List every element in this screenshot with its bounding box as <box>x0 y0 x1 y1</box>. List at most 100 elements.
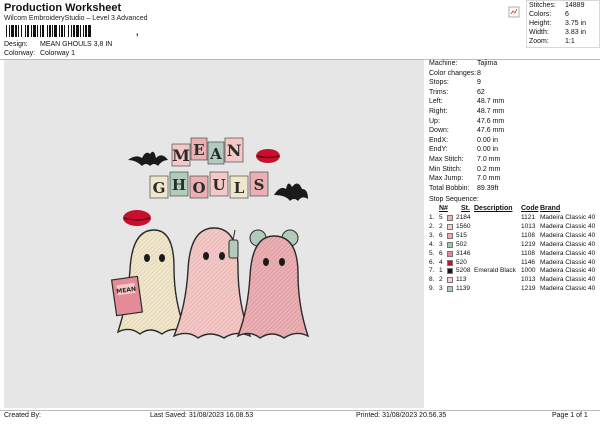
stop-index: 9. <box>429 285 435 293</box>
page-number: Page 1 of 1 <box>552 412 588 419</box>
stop-index: 8. <box>429 276 435 284</box>
thread-brand: Madeira Classic 40 <box>540 267 596 275</box>
colorway-label: Colorway: <box>4 50 36 57</box>
letter: N <box>227 141 242 160</box>
info-row: Color changes:8 <box>429 70 481 77</box>
info-value: 62 <box>477 88 485 96</box>
stop-index: 3. <box>429 231 435 239</box>
info-row: Machine: Tajima <box>429 60 497 67</box>
stitches-label: Stitches: <box>529 2 556 9</box>
col-brand: Brand <box>540 205 561 212</box>
info-value: 8 <box>477 69 481 77</box>
stop-index: 7. <box>429 267 435 275</box>
letter: M <box>172 146 190 165</box>
ghost-cream: MEAN <box>110 229 188 335</box>
info-value: 7.0 mm <box>477 175 501 183</box>
zoom-label: Zoom: <box>529 38 549 45</box>
width-value: 3.83 in <box>565 29 587 36</box>
thread-code: 1013 <box>521 222 536 230</box>
info-row: Max Stitch: 7.0 mm <box>429 156 500 163</box>
stop-needle: 6 <box>439 249 443 257</box>
lips-icon <box>256 149 280 163</box>
thread-code: 1000 <box>521 267 536 275</box>
barcode-suffix: , <box>136 27 139 37</box>
letter: E <box>193 141 204 159</box>
info-row: Trims: 62 <box>429 89 485 96</box>
color-swatch <box>447 259 453 266</box>
colorway-row: Colorway: Colorway 1 <box>4 50 75 57</box>
info-label: Up: <box>429 117 440 125</box>
thread-brand: Madeira Classic 40 <box>540 231 596 239</box>
thread-number: 1139 <box>456 285 470 293</box>
color-swatch <box>447 286 453 293</box>
colors-label: Colors: <box>529 11 552 18</box>
info-value: 9 <box>477 79 481 87</box>
thread-brand: Madeira Classic 40 <box>540 285 596 293</box>
col-code: Code <box>521 205 539 212</box>
info-row: Right: 48.7 mm <box>429 108 504 115</box>
color-swatch <box>447 250 453 257</box>
ghost-pink <box>172 227 252 339</box>
design-name: MEAN GHOULS 3,8 IN <box>40 41 113 48</box>
thread-number: 2184 <box>456 214 471 221</box>
stop-sequence-title: Stop Sequence: <box>429 196 479 203</box>
col-number: N# <box>439 205 448 212</box>
info-value: Tajima <box>477 60 498 67</box>
stop-needle: 4 <box>439 258 443 266</box>
height-value: 3.75 in <box>565 20 587 27</box>
design-label: Design: <box>4 41 28 48</box>
info-row: Max Jump: 7.0 mm <box>429 175 500 182</box>
letter: A <box>209 145 222 163</box>
thread-number: 5208 <box>456 267 471 275</box>
stop-needle: 2 <box>439 276 443 284</box>
thread-code: 1013 <box>521 276 536 284</box>
thread-brand: Madeira Classic 40 <box>540 222 596 230</box>
thread-number: 1560 <box>456 222 471 230</box>
info-value: 7.0 mm <box>477 156 501 163</box>
software-subtitle: Wilcom EmbroideryStudio – Level 3 Advanc… <box>4 15 148 22</box>
info-row: Up: 47.6 mm <box>429 118 504 125</box>
letter: U <box>212 176 225 194</box>
info-label: Trims: <box>429 88 449 96</box>
title-word-mean: M E A N <box>171 137 244 167</box>
info-value: 48.7 mm <box>477 108 505 115</box>
info-label: Machine: <box>429 60 458 67</box>
info-value: 0.2 mm <box>477 165 501 173</box>
last-saved: Last Saved: 31/08/2023 16.08.53 <box>150 412 254 419</box>
info-value: 0.00 in <box>477 136 499 144</box>
stop-index: 4. <box>429 240 435 248</box>
stop-needle: 6 <box>439 231 443 239</box>
thread-code: 1219 <box>521 285 536 293</box>
letter: G <box>153 179 166 197</box>
info-value: 89.39ft <box>477 184 499 192</box>
thread-brand: Madeira Classic 40 <box>540 214 596 221</box>
thread-code: 1146 <box>521 258 535 266</box>
info-row: Down: 47.6 mm <box>429 127 504 134</box>
info-label: Max Stitch: <box>429 156 464 163</box>
thread-number: 3146 <box>456 249 471 257</box>
info-value: 0.00 in <box>477 146 499 154</box>
stop-index: 5. <box>429 249 435 257</box>
stop-row: 7. 1 5208 Emerald Black 1000 Madeira Classic … <box>429 267 600 276</box>
thread-brand: Madeira Classic 40 <box>540 258 596 266</box>
colors-value: 6 <box>565 11 569 18</box>
letter: H <box>172 176 186 194</box>
design-info-icon <box>508 6 520 18</box>
width-label: Width: <box>529 29 549 36</box>
design-preview: M E A N G H O U L S MEAN <box>4 60 424 408</box>
info-value: 48.7 mm <box>477 98 505 106</box>
stop-needle: 1 <box>439 267 443 275</box>
height-label: Height: <box>529 20 552 27</box>
thread-brand: Madeira Classic 40 <box>540 240 596 248</box>
color-swatch <box>447 277 453 284</box>
stop-row: 1. 5 2184 1121 Madeira Classic 40 <box>429 214 600 223</box>
info-label: Total Bobbin: <box>429 184 470 192</box>
thread-code: 1108 <box>521 231 535 239</box>
stop-index: 6. <box>429 258 435 266</box>
color-swatch <box>447 223 453 230</box>
thread-description: Emerald Black <box>474 267 516 275</box>
color-swatch <box>447 215 453 221</box>
col-thread: St. <box>461 205 470 212</box>
thread-code: 1219 <box>521 240 536 248</box>
col-description: Description <box>474 205 513 212</box>
